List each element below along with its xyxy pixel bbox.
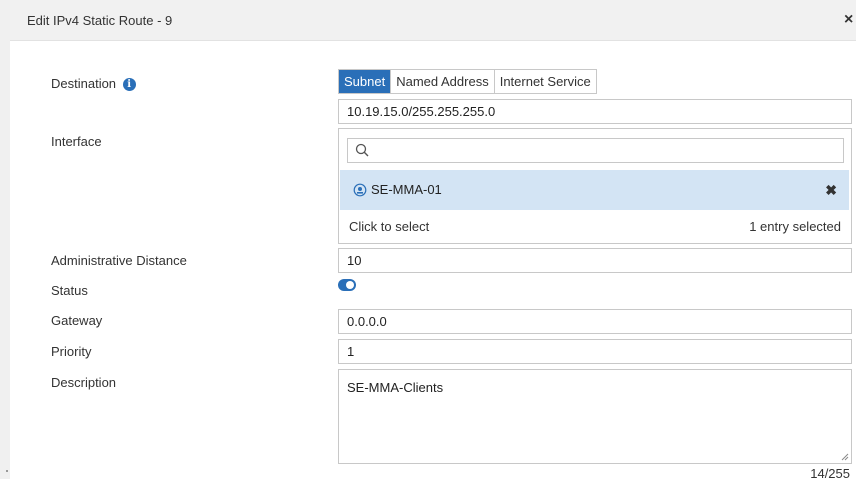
- status-label: Status: [51, 283, 88, 298]
- destination-option-named-address[interactable]: Named Address: [391, 70, 495, 93]
- remove-icon[interactable]: ✖: [825, 182, 837, 199]
- description-text: SE-MMA-Clients: [347, 380, 444, 395]
- status-toggle[interactable]: [338, 279, 356, 291]
- interface-icon: [353, 183, 367, 197]
- edge-dot: [6, 470, 8, 472]
- destination-label-text: Destination: [51, 76, 117, 91]
- destination-option-subnet[interactable]: Subnet: [339, 70, 392, 93]
- status-toggle-knob: [346, 281, 354, 289]
- destination-subnet-input[interactable]: 10.19.15.0/255.255.255.0: [338, 99, 852, 124]
- description-textarea[interactable]: SE-MMA-Clients: [338, 369, 852, 464]
- interface-selector: SE-MMA-01 ✖ Click to select 1 entry sele…: [338, 128, 852, 244]
- interface-selected-entry[interactable]: SE-MMA-01 ✖: [340, 170, 849, 210]
- search-icon: [355, 143, 369, 157]
- left-edge-bar: [0, 0, 10, 479]
- interface-entry-name: SE-MMA-01: [371, 182, 442, 197]
- admin-distance-input[interactable]: 10: [338, 248, 852, 273]
- entries-selected-count: 1 entry selected: [749, 219, 841, 234]
- interface-label: Interface: [51, 134, 102, 149]
- info-icon[interactable]: i: [122, 78, 136, 92]
- gateway-label: Gateway: [51, 313, 103, 328]
- gateway-input[interactable]: 0.0.0.0: [338, 309, 852, 334]
- destination-label: Destination i: [51, 76, 136, 92]
- destination-type-selector[interactable]: Subnet Named Address Internet Service: [338, 69, 597, 94]
- destination-option-internet-service[interactable]: Internet Service: [495, 70, 596, 93]
- description-label: Description: [51, 375, 117, 390]
- close-icon[interactable]: ×: [844, 12, 856, 28]
- interface-search-input[interactable]: [347, 138, 844, 163]
- priority-label: Priority: [51, 344, 92, 359]
- admin-distance-label: Administrative Distance: [51, 253, 187, 268]
- dialog-header: Edit IPv4 Static Route - 9 ×: [10, 0, 856, 41]
- click-to-select-link[interactable]: Click to select: [349, 219, 429, 234]
- resize-handle-icon[interactable]: [841, 453, 849, 461]
- dialog-title: Edit IPv4 Static Route - 9: [27, 13, 173, 28]
- priority-input[interactable]: 1: [338, 339, 852, 364]
